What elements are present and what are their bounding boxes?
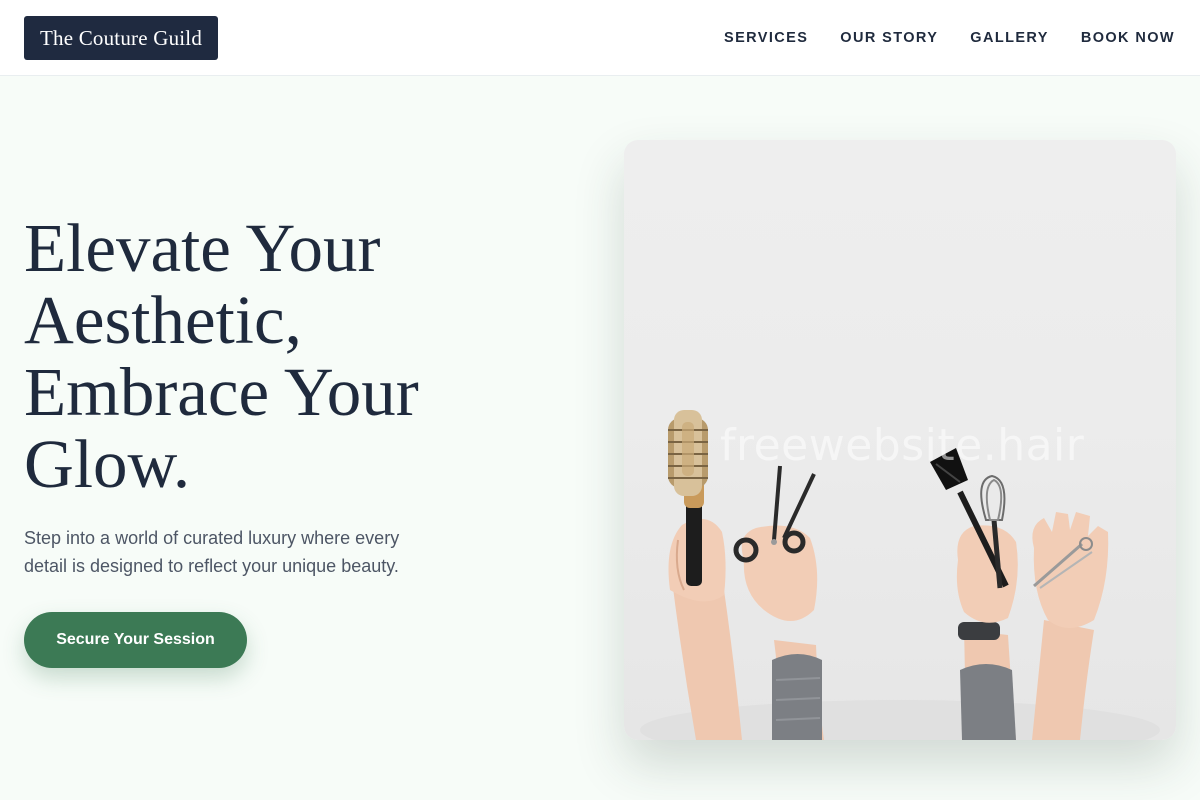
- hero-title-line: Elevate Your: [24, 210, 381, 286]
- site-header: The Couture Guild SERVICES OUR STORY GAL…: [0, 0, 1200, 76]
- hero-title-line: Aesthetic,: [24, 282, 302, 358]
- secure-session-button[interactable]: Secure Your Session: [24, 612, 247, 668]
- brand-logo[interactable]: The Couture Guild: [24, 16, 219, 60]
- hand-right-1: [956, 525, 1018, 740]
- nav-gallery[interactable]: GALLERY: [970, 28, 1049, 48]
- hand-right-2: [1032, 512, 1109, 740]
- nav-services[interactable]: SERVICES: [724, 28, 808, 48]
- hero-subtitle: Step into a world of curated luxury wher…: [24, 524, 464, 580]
- hero-title-line: Embrace Your: [24, 354, 419, 430]
- hero-image: freewebsite.hair: [624, 140, 1176, 740]
- hero-title-line: Glow.: [24, 426, 191, 502]
- hand-left-1: [668, 518, 742, 740]
- hero-title: Elevate Your Aesthetic, Embrace Your Glo…: [24, 212, 544, 500]
- nav-book-now[interactable]: BOOK NOW: [1081, 28, 1175, 48]
- hero-subtitle-line: detail is designed to reflect your uniqu…: [24, 556, 399, 576]
- hero-subtitle-line: Step into a world of curated luxury wher…: [24, 528, 400, 548]
- main-nav: SERVICES OUR STORY GALLERY BOOK NOW: [724, 28, 1175, 48]
- nav-our-story[interactable]: OUR STORY: [840, 28, 938, 48]
- image-watermark: freewebsite.hair: [720, 420, 1085, 471]
